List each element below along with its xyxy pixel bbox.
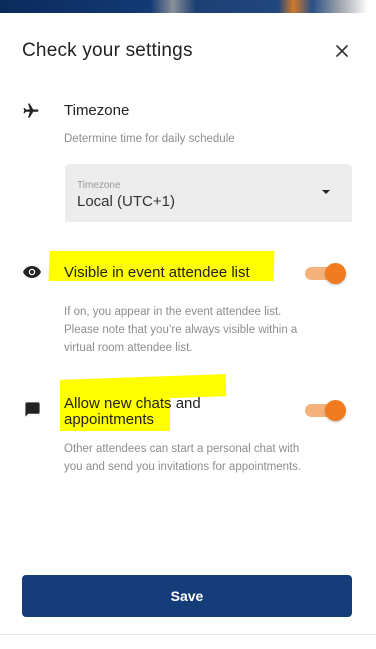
description-line: you and send you invitations for appoint…	[64, 461, 302, 473]
save-button[interactable]: Save	[22, 575, 352, 617]
timezone-select-label: Timezone	[77, 180, 121, 191]
visibility-label: Visible in event attendee list	[64, 264, 250, 281]
dropdown-caret-icon	[322, 190, 330, 194]
close-icon	[336, 45, 348, 57]
description-line: Other attendees can start a personal cha…	[64, 443, 300, 455]
chats-label: Allow new chats and appointments	[64, 396, 201, 428]
eye-icon	[22, 262, 42, 282]
background-page-strip	[0, 0, 376, 13]
timezone-description: Determine time for daily schedule	[64, 133, 235, 145]
settings-dialog: Check your settings Timezone Determine t…	[0, 13, 376, 649]
visibility-toggle[interactable]	[303, 261, 347, 285]
divider	[0, 634, 376, 635]
timezone-select-value: Local (UTC+1)	[77, 193, 175, 210]
description-line: Please note that you’re always visible w…	[64, 324, 298, 336]
visibility-description: If on, you appear in the event attendee …	[64, 303, 297, 357]
chats-label-line: appointments	[64, 411, 155, 428]
timezone-label: Timezone	[64, 102, 130, 119]
chats-description: Other attendees can start a personal cha…	[64, 440, 301, 476]
toggle-thumb	[325, 263, 346, 284]
airplane-icon	[21, 101, 41, 121]
chat-icon	[22, 399, 42, 419]
toggle-thumb	[325, 400, 346, 421]
chats-label-line: Allow new chats and	[64, 395, 201, 412]
timezone-select[interactable]: Timezone Local (UTC+1)	[65, 164, 352, 222]
chats-toggle[interactable]	[303, 398, 347, 422]
description-line: virtual room attendee list.	[64, 342, 193, 354]
description-line: If on, you appear in the event attendee …	[64, 306, 282, 318]
close-button[interactable]	[330, 39, 354, 63]
settings-screen: Check your settings Timezone Determine t…	[0, 0, 376, 649]
dialog-title: Check your settings	[22, 40, 193, 61]
